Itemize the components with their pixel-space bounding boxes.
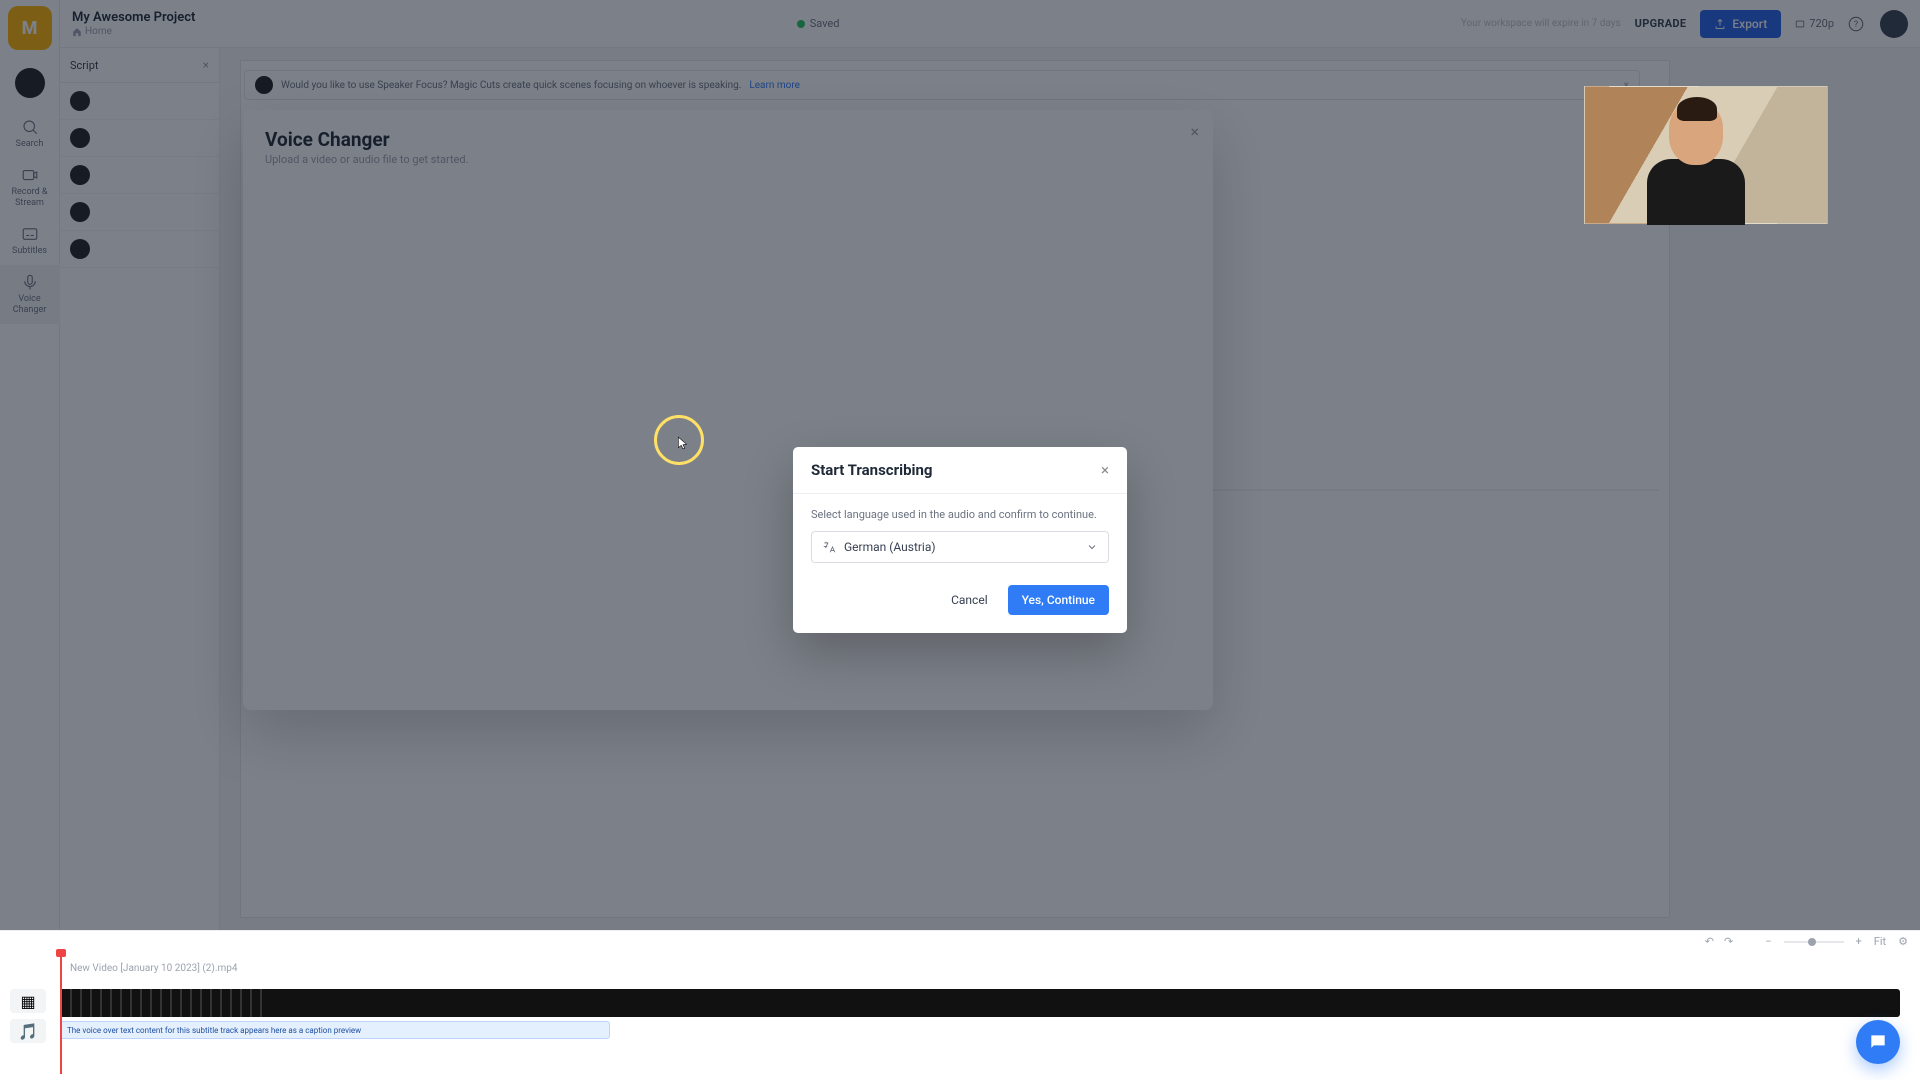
language-select[interactable]: German (Austria) xyxy=(811,531,1109,563)
language-icon xyxy=(822,540,836,554)
close-button[interactable]: × xyxy=(1101,463,1109,478)
chat-icon xyxy=(1868,1032,1888,1052)
clip-label: New Video [January 10 2023] (2).mp4 xyxy=(70,963,238,974)
playhead[interactable] xyxy=(60,953,62,1074)
transcribe-modal: Start Transcribing × Select language use… xyxy=(793,447,1127,633)
timeline-controls: ↶ ↷ − + Fit ⚙ xyxy=(1705,935,1908,948)
track-toggle[interactable]: ▦ xyxy=(10,989,46,1013)
subtitle-track[interactable]: The voice over text content for this sub… xyxy=(60,1021,610,1039)
settings-icon[interactable]: ⚙ xyxy=(1898,935,1908,948)
cancel-button[interactable]: Cancel xyxy=(939,585,1000,615)
chevron-down-icon xyxy=(1086,541,1098,553)
confirm-button[interactable]: Yes, Continue xyxy=(1008,585,1109,615)
redo-button[interactable]: ↷ xyxy=(1724,935,1733,948)
zoom-slider[interactable] xyxy=(1784,941,1844,943)
modal-description: Select language used in the audio and co… xyxy=(811,508,1109,521)
fit-button[interactable]: Fit xyxy=(1874,935,1886,948)
chat-button[interactable] xyxy=(1856,1020,1900,1064)
undo-button[interactable]: ↶ xyxy=(1705,935,1714,948)
video-track[interactable] xyxy=(60,989,1900,1017)
track-toggle[interactable]: 🎵 xyxy=(10,1019,46,1043)
timeline: New Video [January 10 2023] (2).mp4 ↶ ↷ … xyxy=(0,930,1920,1080)
webcam-preview[interactable] xyxy=(1584,86,1828,224)
modal-title: Start Transcribing xyxy=(811,461,932,479)
language-select-value: German (Austria) xyxy=(844,540,1078,554)
